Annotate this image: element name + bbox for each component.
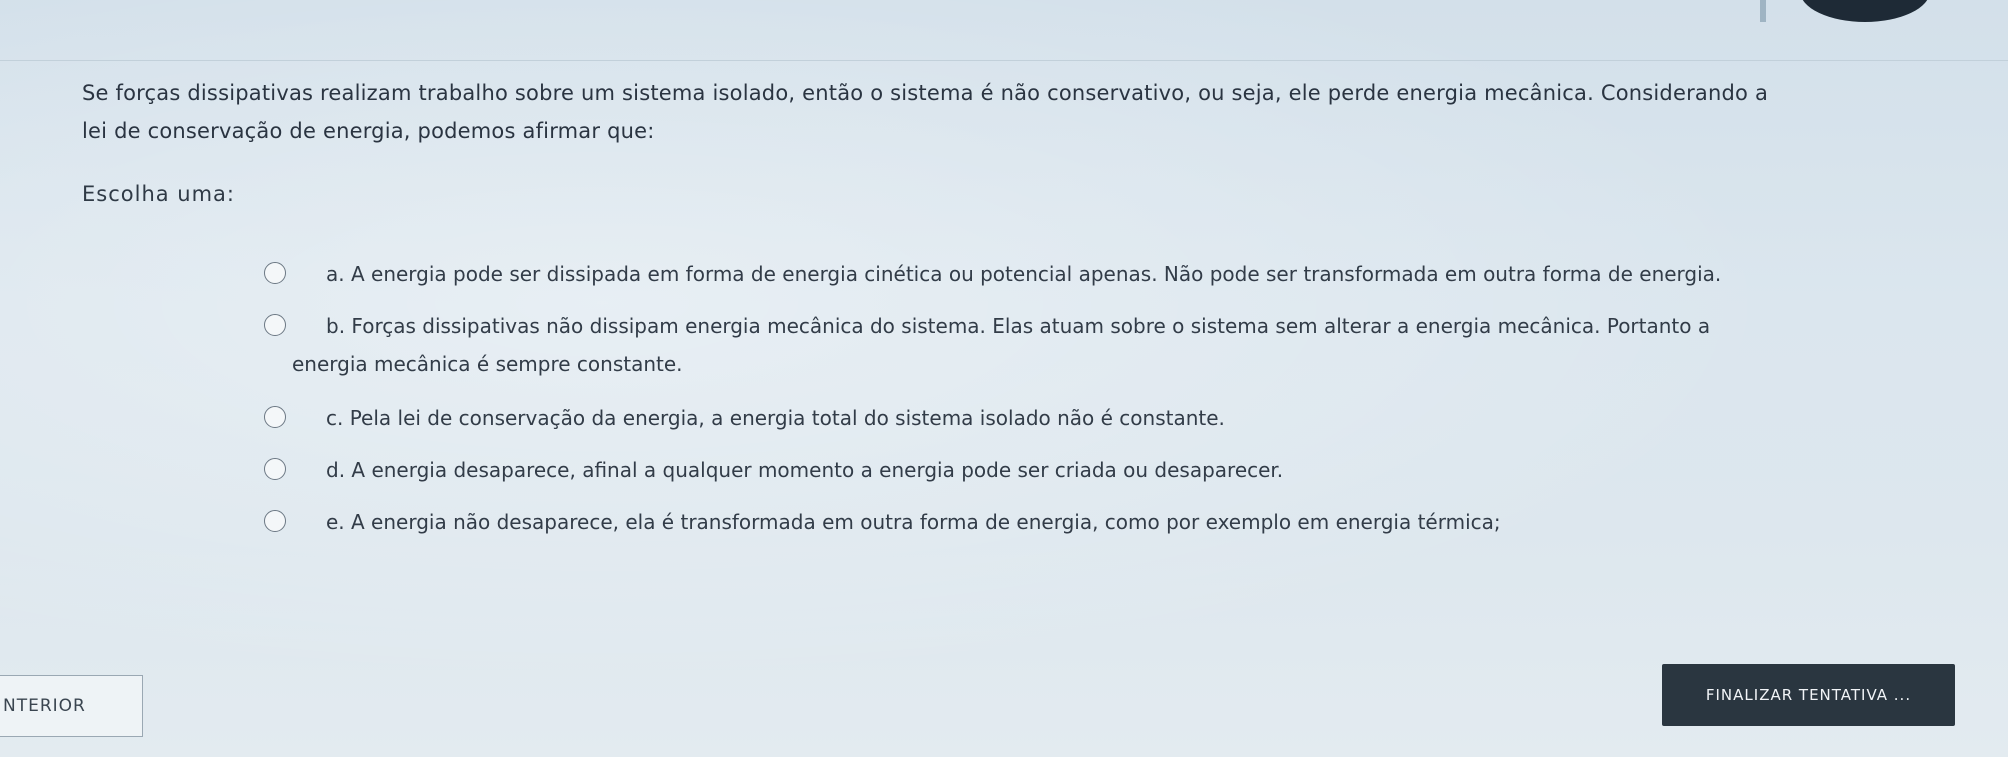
option-d[interactable]: d. A energia desaparece, afinal a qualqu… <box>264 452 1992 488</box>
question-line-2: lei de conservação de energia, podemos a… <box>82 119 655 143</box>
option-e-text: e. A energia não desaparece, ela é trans… <box>326 510 1501 534</box>
question-line-1: Se forças dissipativas realizam trabalho… <box>82 81 1769 105</box>
option-b-continuation: energia mecânica é sempre constante. <box>292 346 1992 382</box>
option-b[interactable]: b. Forças dissipativas não dissipam ener… <box>264 308 1992 344</box>
option-a-text: a. A energia pode ser dissipada em forma… <box>326 262 1722 286</box>
radio-option-d[interactable] <box>264 458 286 480</box>
option-b-text: b. Forças dissipativas não dissipam ener… <box>326 314 1711 338</box>
option-a[interactable]: a. A energia pode ser dissipada em forma… <box>264 256 1992 292</box>
finish-attempt-button[interactable]: FINALIZAR TENTATIVA ... <box>1662 664 1955 726</box>
radio-option-e[interactable] <box>264 510 286 532</box>
question-text: Se forças dissipativas realizam trabalho… <box>82 74 1962 150</box>
choose-one-label: Escolha uma: <box>82 182 236 206</box>
radio-option-b[interactable] <box>264 314 286 336</box>
previous-button[interactable]: NTERIOR <box>0 675 143 737</box>
radio-option-a[interactable] <box>264 262 286 284</box>
top-right-shape <box>1800 0 1930 22</box>
option-d-text: d. A energia desaparece, afinal a qualqu… <box>326 458 1284 482</box>
top-divider <box>0 60 2008 61</box>
option-e[interactable]: e. A energia não desaparece, ela é trans… <box>264 504 1992 540</box>
option-c-text: c. Pela lei de conservação da energia, a… <box>326 406 1225 430</box>
radio-option-c[interactable] <box>264 406 286 428</box>
option-c[interactable]: c. Pela lei de conservação da energia, a… <box>264 400 1992 436</box>
option-b-text-line-2: energia mecânica é sempre constante. <box>292 352 683 376</box>
top-edge-mark <box>1760 0 1766 22</box>
